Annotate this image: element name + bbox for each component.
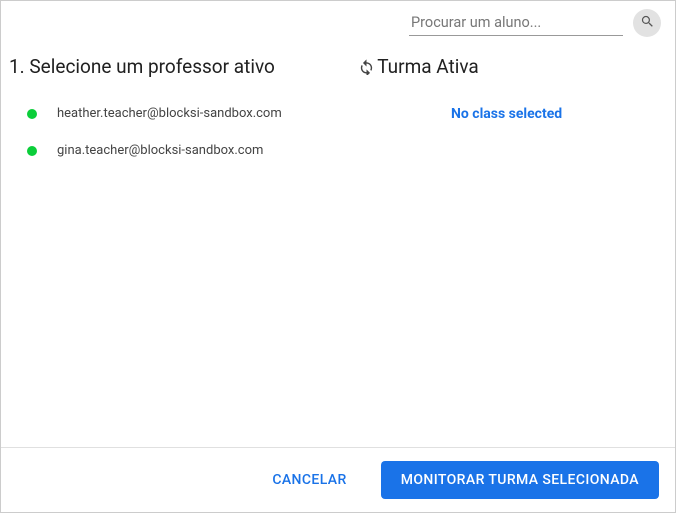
dialog-content: 1. Selecione um professor ativo heather.… — [1, 41, 675, 447]
search-row — [1, 1, 675, 41]
cancel-button[interactable]: CANCELAR — [262, 464, 356, 496]
active-class-title: Turma Ativa — [358, 55, 675, 78]
teacher-column: 1. Selecione um professor ativo heather.… — [1, 55, 358, 447]
search-icon — [640, 14, 655, 32]
active-class-column: Turma Ativa No class selected — [358, 55, 675, 447]
teacher-row[interactable]: heather.teacher@blocksi-sandbox.com — [27, 106, 358, 121]
monitor-button[interactable]: MONITORAR TURMA SELECIONADA — [381, 461, 659, 499]
teacher-email: gina.teacher@blocksi-sandbox.com — [57, 143, 263, 158]
search-input[interactable] — [409, 10, 623, 36]
search-button[interactable] — [633, 9, 661, 37]
teacher-list: heather.teacher@blocksi-sandbox.com gina… — [9, 106, 358, 158]
status-dot-online-icon — [27, 109, 37, 119]
select-teacher-title: 1. Selecione um professor ativo — [9, 55, 358, 78]
no-class-selected: No class selected — [358, 106, 675, 122]
teacher-row[interactable]: gina.teacher@blocksi-sandbox.com — [27, 143, 358, 158]
active-class-title-text: Turma Ativa — [377, 55, 479, 78]
dialog-footer: CANCELAR MONITORAR TURMA SELECIONADA — [1, 447, 675, 512]
teacher-email: heather.teacher@blocksi-sandbox.com — [57, 106, 282, 121]
status-dot-online-icon — [27, 146, 37, 156]
refresh-icon[interactable] — [358, 58, 375, 75]
